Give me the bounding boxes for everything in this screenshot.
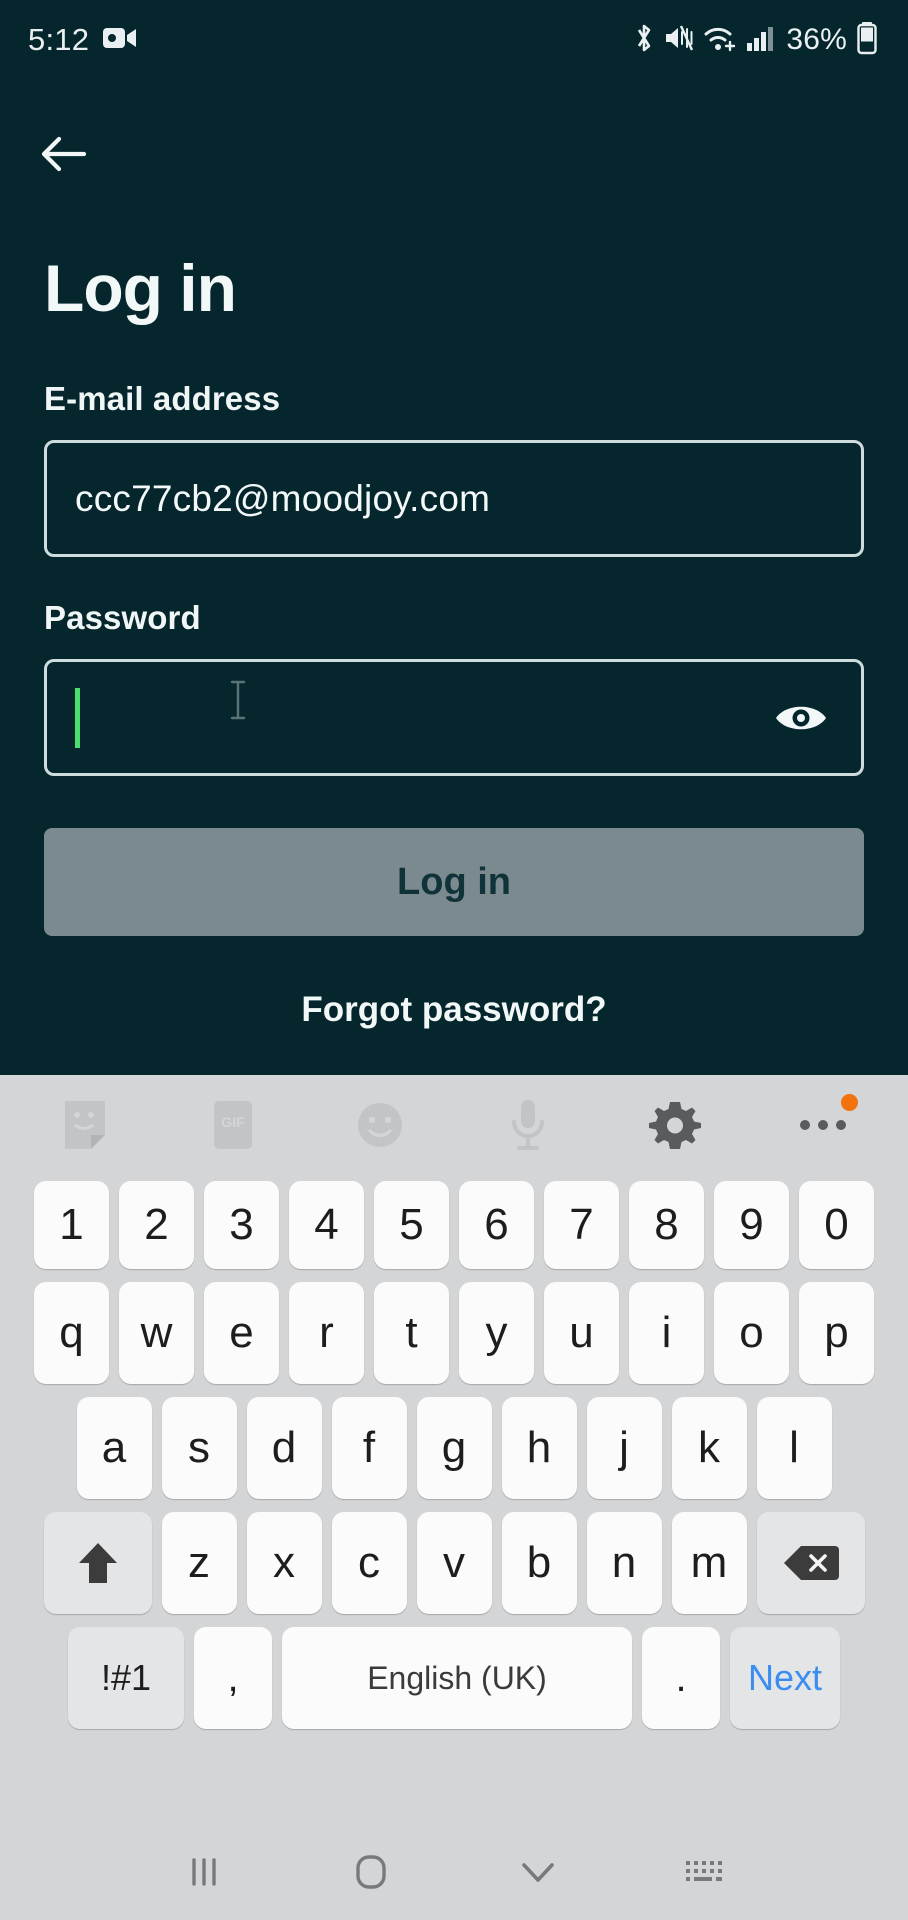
key-a[interactable]: a xyxy=(76,1397,152,1499)
sticker-icon[interactable] xyxy=(48,1088,122,1162)
keyboard-row-function: !#1 , English (UK) . Next xyxy=(0,1627,908,1729)
keyboard-row-home: a s d f g h j k l xyxy=(0,1397,908,1499)
key-3[interactable]: 3 xyxy=(204,1181,279,1269)
keyboard-row-top: q w e r t y u i o p xyxy=(0,1282,908,1384)
key-o[interactable]: o xyxy=(714,1282,789,1384)
login-form: E-mail address ccc77cb2@moodjoy.com Pass… xyxy=(0,380,908,1030)
keyboard-row-bottom: z x c v b n m xyxy=(0,1512,908,1614)
key-l[interactable]: l xyxy=(756,1397,832,1499)
status-bar-right: 36% xyxy=(633,21,878,60)
back-arrow-icon xyxy=(41,136,87,172)
volume-muted-icon xyxy=(664,22,694,59)
key-w[interactable]: w xyxy=(119,1282,194,1384)
status-time: 5:12 xyxy=(28,22,90,57)
email-field[interactable]: ccc77cb2@moodjoy.com xyxy=(44,440,864,557)
key-8[interactable]: 8 xyxy=(629,1181,704,1269)
keyboard-switcher-icon xyxy=(685,1861,722,1881)
key-r[interactable]: r xyxy=(289,1282,364,1384)
shift-key[interactable] xyxy=(43,1512,152,1614)
key-y[interactable]: y xyxy=(459,1282,534,1384)
keyboard-switcher-button[interactable] xyxy=(665,1832,745,1912)
key-f[interactable]: f xyxy=(331,1397,407,1499)
key-j[interactable]: j xyxy=(586,1397,662,1499)
emoji-icon[interactable] xyxy=(343,1088,417,1162)
hide-keyboard-button[interactable] xyxy=(498,1832,578,1912)
key-s[interactable]: s xyxy=(161,1397,237,1499)
key-e[interactable]: e xyxy=(204,1282,279,1384)
home-icon xyxy=(355,1855,386,1889)
key-b[interactable]: b xyxy=(501,1512,577,1614)
key-2[interactable]: 2 xyxy=(119,1181,194,1269)
gif-icon[interactable]: GIF xyxy=(196,1088,270,1162)
key-5[interactable]: 5 xyxy=(374,1181,449,1269)
key-v[interactable]: v xyxy=(416,1512,492,1614)
key-u[interactable]: u xyxy=(544,1282,619,1384)
key-z[interactable]: z xyxy=(161,1512,237,1614)
password-label: Password xyxy=(44,599,201,636)
key-0[interactable]: 0 xyxy=(799,1181,874,1269)
key-q[interactable]: q xyxy=(34,1282,109,1384)
comma-key[interactable]: , xyxy=(194,1627,272,1729)
status-bar: 5:12 36% xyxy=(0,0,908,80)
text-cursor-handle xyxy=(228,680,248,720)
battery-icon xyxy=(856,21,878,60)
keyboard-row-numbers: 1 2 3 4 5 6 7 8 9 0 xyxy=(0,1181,908,1269)
next-key[interactable]: Next xyxy=(730,1627,840,1729)
login-button[interactable]: Log in xyxy=(44,828,864,936)
backspace-key[interactable] xyxy=(756,1512,865,1614)
status-bar-left: 5:12 xyxy=(28,22,137,58)
on-screen-keyboard: GIF 1 2 3 4 5 6 7 8 9 0 q w e r t y u i … xyxy=(0,1075,908,1920)
key-n[interactable]: n xyxy=(586,1512,662,1614)
key-c[interactable]: c xyxy=(331,1512,407,1614)
eye-icon[interactable] xyxy=(771,688,831,748)
video-camera-icon xyxy=(103,25,137,56)
microphone-icon[interactable] xyxy=(491,1088,565,1162)
backspace-icon xyxy=(783,1546,839,1580)
key-h[interactable]: h xyxy=(501,1397,577,1499)
forgot-password-link[interactable]: Forgot password? xyxy=(0,990,908,1030)
recent-apps-icon xyxy=(191,1858,216,1886)
text-caret xyxy=(75,687,80,748)
app-screen: 5:12 36% Log in E-mail address ccc77cb2@… xyxy=(0,0,908,1075)
battery-percent: 36% xyxy=(786,23,847,56)
back-button[interactable] xyxy=(30,120,98,188)
gear-icon[interactable] xyxy=(638,1088,712,1162)
svg-text:GIF: GIF xyxy=(221,1114,245,1130)
key-4[interactable]: 4 xyxy=(289,1181,364,1269)
key-7[interactable]: 7 xyxy=(544,1181,619,1269)
notification-badge xyxy=(840,1094,858,1111)
wifi-icon xyxy=(703,23,737,58)
chevron-down-icon xyxy=(521,1863,554,1882)
key-6[interactable]: 6 xyxy=(459,1181,534,1269)
bluetooth-icon xyxy=(633,22,655,59)
period-key[interactable]: . xyxy=(642,1627,720,1729)
key-k[interactable]: k xyxy=(671,1397,747,1499)
key-m[interactable]: m xyxy=(671,1512,747,1614)
keyboard-toolbar: GIF xyxy=(0,1075,908,1175)
symbols-key[interactable]: !#1 xyxy=(68,1627,184,1729)
recent-apps-button[interactable] xyxy=(164,1832,244,1912)
system-navigation-bar xyxy=(0,1824,908,1920)
page-title: Log in xyxy=(44,251,237,325)
key-1[interactable]: 1 xyxy=(34,1181,109,1269)
cellular-signal-icon xyxy=(746,23,774,58)
more-options-icon[interactable] xyxy=(786,1088,860,1162)
key-t[interactable]: t xyxy=(374,1282,449,1384)
shift-arrow-icon xyxy=(78,1543,117,1583)
key-d[interactable]: d xyxy=(246,1397,322,1499)
email-label: E-mail address xyxy=(44,380,281,417)
key-9[interactable]: 9 xyxy=(714,1181,789,1269)
key-i[interactable]: i xyxy=(629,1282,704,1384)
key-x[interactable]: x xyxy=(246,1512,322,1614)
key-p[interactable]: p xyxy=(799,1282,874,1384)
key-g[interactable]: g xyxy=(416,1397,492,1499)
email-value: ccc77cb2@moodjoy.com xyxy=(75,477,491,519)
space-key[interactable]: English (UK) xyxy=(282,1627,632,1729)
home-button[interactable] xyxy=(331,1832,411,1912)
password-field[interactable] xyxy=(44,659,864,776)
